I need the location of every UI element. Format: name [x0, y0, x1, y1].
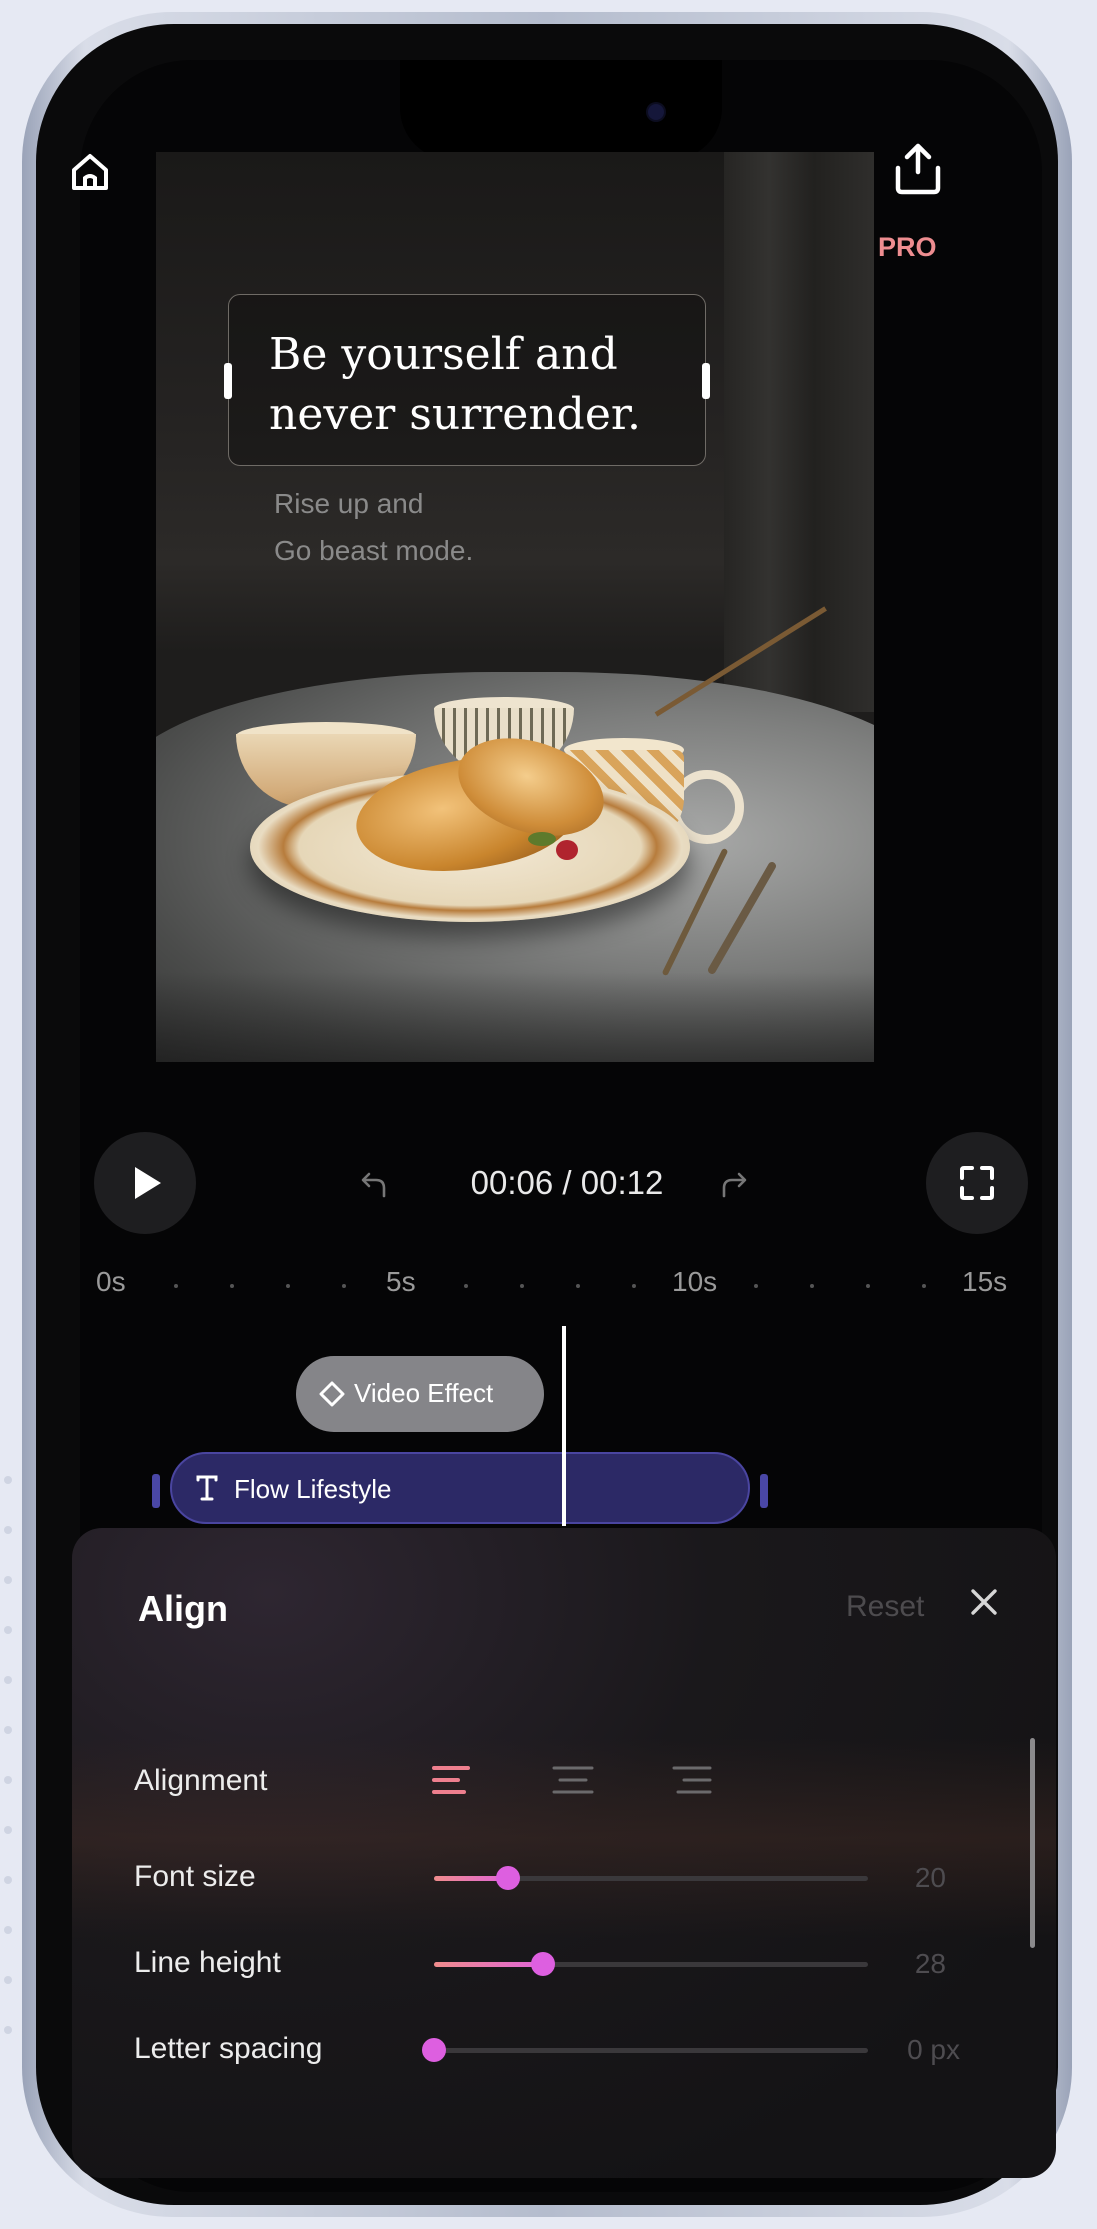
align-center-icon[interactable] [548, 1762, 598, 1802]
track-trim-handle-left[interactable] [152, 1474, 160, 1508]
timeline-ruler[interactable]: 0s 5s 10s 15s [96, 1266, 1016, 1306]
overlay-subtitle-text[interactable]: Rise up and Go beast mode. [274, 480, 473, 574]
letter-spacing-label: Letter spacing [134, 2032, 323, 2065]
fullscreen-button[interactable] [926, 1132, 1028, 1234]
align-right-icon[interactable] [668, 1762, 718, 1802]
font-size-value: 20 [914, 1862, 946, 1893]
align-panel: Align Reset Alignment Font size 20 Line … [72, 1528, 1056, 2178]
letter-spacing-slider-thumb[interactable] [422, 2038, 446, 2062]
home-icon[interactable] [66, 148, 114, 196]
font-size-slider-thumb[interactable] [495, 1866, 520, 1890]
letter-spacing-slider[interactable] [422, 2038, 868, 2062]
resize-handle-left[interactable] [224, 363, 232, 399]
line-height-slider-thumb[interactable] [530, 1952, 555, 1976]
ruler-label-15s: 15s [962, 1266, 1008, 1297]
text-track-label: Flow Lifestyle [234, 1474, 392, 1504]
text-overlay-selected[interactable]: Be yourself and never surrender. [224, 294, 710, 466]
panel-scrollbar[interactable] [1030, 1738, 1035, 1948]
overlay-title-text: Be yourself and never surrender. [269, 329, 642, 440]
ruler-label-5s: 5s [386, 1266, 416, 1297]
line-height-slider[interactable] [434, 1952, 868, 1976]
notch [400, 60, 722, 160]
diamond-icon [319, 1381, 345, 1407]
text-track-flow-lifestyle[interactable]: Flow Lifestyle [170, 1452, 750, 1524]
share-export-icon[interactable] [890, 138, 946, 198]
ruler-label-10s: 10s [672, 1266, 718, 1297]
video-preview[interactable] [156, 152, 874, 1062]
text-icon [196, 1475, 218, 1501]
font-size-label: Font size [134, 1860, 256, 1893]
resize-handle-right[interactable] [702, 363, 710, 399]
redo-icon[interactable] [716, 1166, 750, 1200]
align-left-icon[interactable] [430, 1762, 480, 1802]
video-effect-track[interactable]: Video Effect [296, 1356, 544, 1432]
undo-icon[interactable] [358, 1166, 392, 1200]
fullscreen-icon [960, 1166, 994, 1200]
font-size-slider[interactable] [434, 1866, 868, 1890]
track-trim-handle-right[interactable] [760, 1474, 768, 1508]
panel-title: Align [138, 1588, 228, 1629]
reset-button[interactable]: Reset [846, 1590, 924, 1624]
playback-time: 00:06 / 00:12 [470, 1164, 664, 1201]
line-height-slider-fill [434, 1962, 543, 1967]
play-button[interactable] [94, 1132, 196, 1234]
play-icon [135, 1167, 161, 1199]
letter-spacing-value: 0 px [907, 2034, 960, 2065]
ruler-label-0s: 0s [96, 1266, 126, 1297]
playhead[interactable] [562, 1326, 566, 1526]
pro-badge[interactable]: PRO [878, 232, 937, 263]
front-camera [648, 104, 664, 120]
close-icon[interactable] [964, 1582, 1004, 1622]
alignment-label: Alignment [134, 1764, 268, 1797]
line-height-label: Line height [134, 1946, 281, 1979]
line-height-value: 28 [914, 1948, 946, 1979]
video-effect-label: Video Effect [354, 1378, 494, 1408]
